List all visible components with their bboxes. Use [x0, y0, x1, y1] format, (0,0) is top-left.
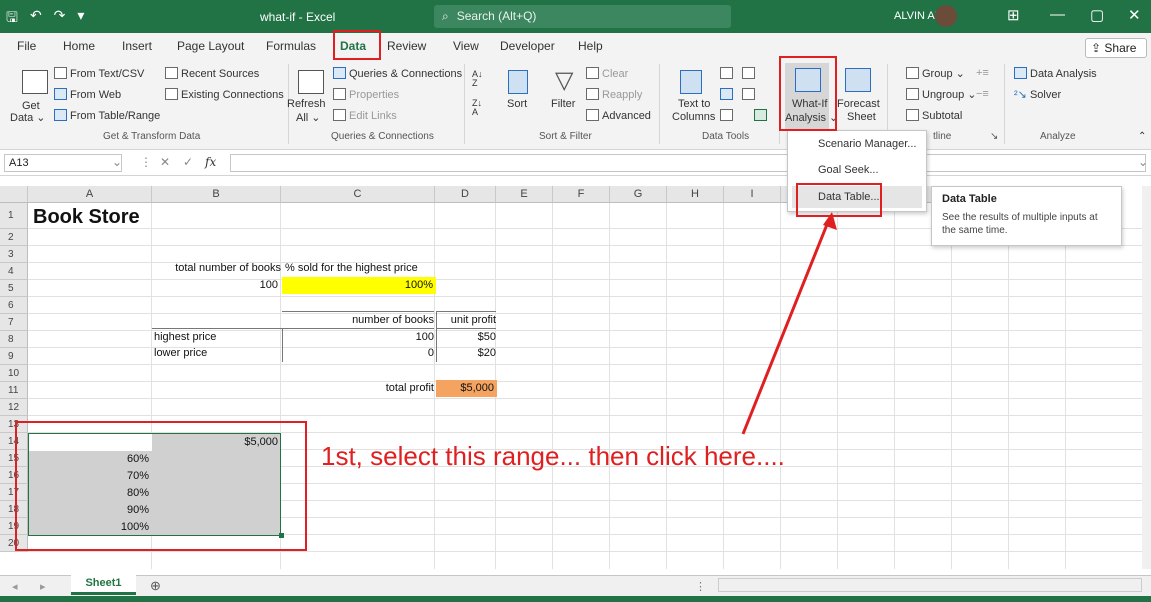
- add-sheet-icon[interactable]: ⊕: [150, 578, 161, 594]
- horizontal-scrollbar[interactable]: [718, 578, 1142, 592]
- prev-sheet-icon[interactable]: ◂: [12, 580, 18, 593]
- status-bar: [0, 596, 1151, 602]
- annotation-arrow: [741, 212, 837, 435]
- next-sheet-icon[interactable]: ▸: [40, 580, 46, 593]
- vertical-scrollbar[interactable]: [1142, 186, 1151, 569]
- tab-split-icon[interactable]: ⋮: [695, 580, 706, 593]
- sheet-tab-sheet1[interactable]: Sheet1: [71, 575, 136, 595]
- arrow-shaft: [741, 221, 830, 435]
